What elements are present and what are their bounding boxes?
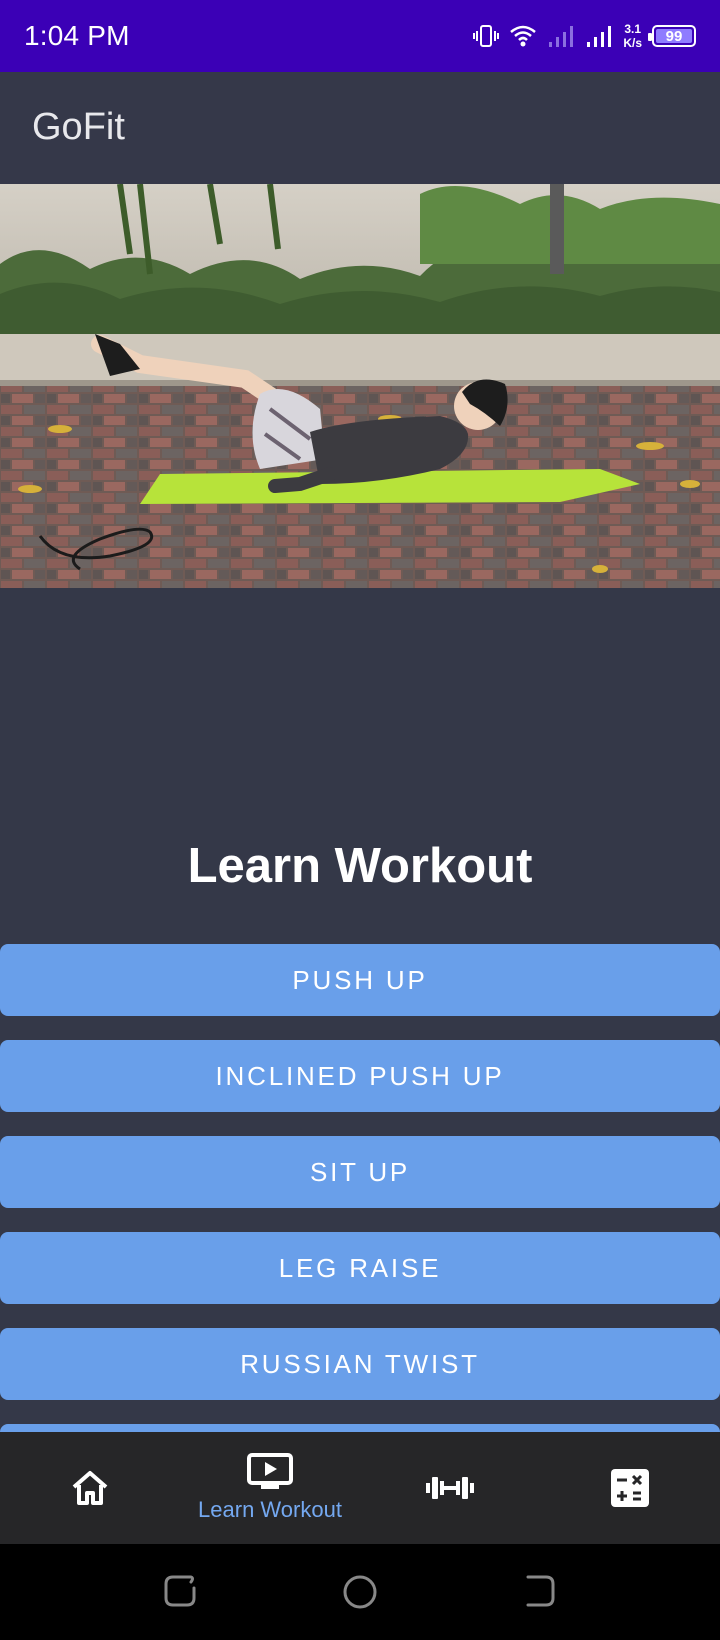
bottom-navigation: Learn Workout [0,1432,720,1544]
workout-video[interactable] [0,184,720,588]
vibrate-icon [473,25,500,47]
push-up-button[interactable]: PUSH UP [0,944,720,1016]
recent-apps-icon[interactable] [163,1574,197,1608]
signal-icon [587,26,612,47]
network-speed-unit: K/s [623,36,642,50]
network-speed: 3.1 K/s [623,22,642,50]
inclined-push-up-button[interactable]: INCLINED PUSH UP [0,1040,720,1112]
nav-calculator[interactable] [540,1432,720,1544]
nav-learn-workout[interactable]: Learn Workout [180,1432,360,1544]
sit-up-button[interactable]: SIT UP [0,1136,720,1208]
page-title: Learn Workout [187,839,533,893]
home-system-icon[interactable] [342,1574,378,1610]
dumbbell-icon [426,1477,474,1499]
nav-workout[interactable] [360,1432,540,1544]
nav-home[interactable] [0,1432,180,1544]
system-navigation-bar [0,1544,720,1640]
video-lesson-icon [247,1453,293,1489]
leg-raise-button[interactable]: LEG RAISE [0,1232,720,1304]
back-icon[interactable] [522,1574,556,1608]
app-bar: GoFit [0,72,720,184]
nav-learn-workout-label: Learn Workout [198,1497,342,1522]
network-speed-value: 3.1 [624,22,641,36]
home-icon [72,1471,108,1505]
signal-icon [549,26,574,47]
battery-level: 99 [665,27,683,45]
workout-list[interactable]: PUSH UP INCLINED PUSH UP SIT UP LEG RAIS… [0,944,720,1432]
russian-twist-button[interactable]: RUSSIAN TWIST [0,1328,720,1400]
calculator-icon [611,1469,649,1507]
app-title: GoFit [32,106,125,148]
status-icons: 3.1 K/s 99 [473,18,696,54]
status-time: 1:04 PM [24,20,130,51]
battery-icon: 99 [648,25,696,47]
status-bar: 1:04 PM 3.1 K/s 99 [0,0,720,72]
workout-button-partial[interactable] [0,1424,720,1432]
wifi-icon [510,25,537,47]
